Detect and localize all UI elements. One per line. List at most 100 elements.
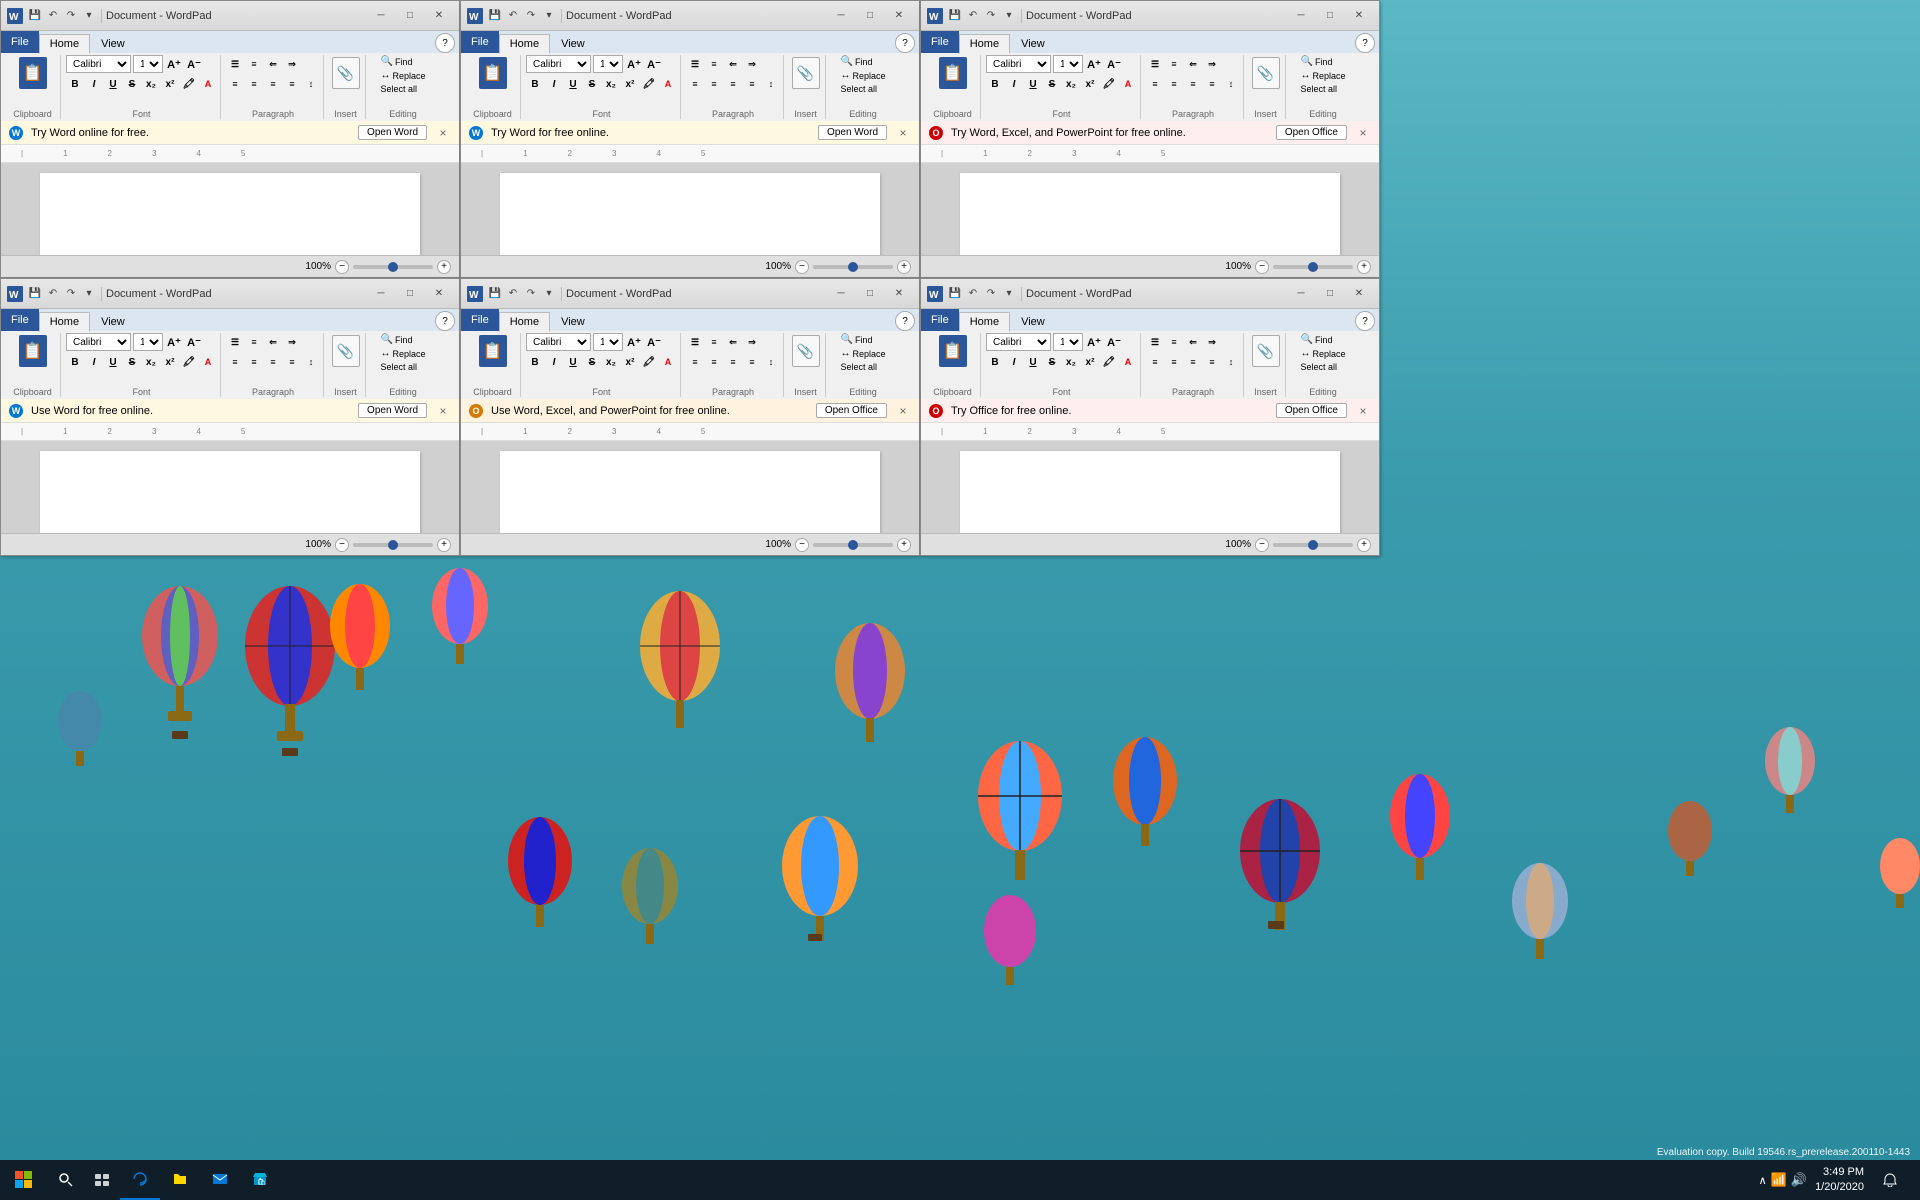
strikethrough-5[interactable]: S xyxy=(583,353,601,371)
bold-5[interactable]: B xyxy=(526,353,544,371)
underline-6[interactable]: U xyxy=(1024,353,1042,371)
zoom-thumb-1[interactable] xyxy=(388,262,398,272)
font-shrink-4[interactable]: A⁻ xyxy=(185,333,203,351)
strikethrough-2[interactable]: S xyxy=(583,75,601,93)
align-right-6[interactable]: ≡ xyxy=(1184,353,1202,371)
subscript-4[interactable]: x₂ xyxy=(142,353,160,371)
indent-less-3[interactable]: ⇐ xyxy=(1184,55,1202,73)
highlight-6[interactable]: 🖍 xyxy=(1100,353,1118,371)
color-6[interactable]: A xyxy=(1119,353,1137,371)
subscript-2[interactable]: x₂ xyxy=(602,75,620,93)
view-tab-5[interactable]: View xyxy=(550,311,596,331)
tray-show-hidden[interactable]: ∧ xyxy=(1759,1174,1767,1187)
taskbar-edge-icon[interactable] xyxy=(120,1160,160,1200)
find-btn-5[interactable]: 🔍Find xyxy=(837,333,888,346)
taskbar-store-icon[interactable]: 🛍 xyxy=(240,1160,280,1200)
indent-more-2[interactable]: ⇒ xyxy=(743,55,761,73)
font-shrink-2[interactable]: A⁻ xyxy=(645,55,663,73)
highlight-btn-1[interactable]: 🖍 xyxy=(180,75,198,93)
undo-btn-4[interactable]: ↶ xyxy=(45,286,61,302)
italic-3[interactable]: I xyxy=(1005,75,1023,93)
redo-btn-1[interactable]: ↷ xyxy=(63,8,79,24)
align-right-5[interactable]: ≡ xyxy=(724,353,742,371)
zoom-track-2[interactable] xyxy=(813,265,893,269)
justify-3[interactable]: ≡ xyxy=(1203,75,1221,93)
qat-more-4[interactable]: ▾ xyxy=(81,286,97,302)
subscript-6[interactable]: x₂ xyxy=(1062,353,1080,371)
insert-btn-1[interactable]: 📎 xyxy=(330,55,362,91)
titlebar-1[interactable]: W 💾 ↶ ↷ ▾ Document - WordPad ─ □ ✕ xyxy=(1,1,459,31)
tray-wifi-icon[interactable]: 📶 xyxy=(1771,1172,1787,1188)
underline-btn-1[interactable]: U xyxy=(104,75,122,93)
zoom-out-btn-2[interactable]: − xyxy=(795,260,809,274)
help-btn-2[interactable]: ? xyxy=(895,33,915,53)
view-tab-1[interactable]: View xyxy=(90,33,136,53)
align-center-5[interactable]: ≡ xyxy=(705,353,723,371)
file-tab-4[interactable]: File xyxy=(1,309,39,331)
replace-btn-3[interactable]: ↔Replace xyxy=(1297,69,1348,82)
superscript-btn-1[interactable]: x² xyxy=(161,75,179,93)
view-tab-6[interactable]: View xyxy=(1010,311,1056,331)
restore-btn-3[interactable]: □ xyxy=(1316,6,1344,26)
select-all-btn-5[interactable]: Select all xyxy=(837,361,888,373)
paste-btn-2[interactable]: 📋 xyxy=(477,55,509,91)
color-5[interactable]: A xyxy=(659,353,677,371)
indent-more-4[interactable]: ⇒ xyxy=(283,333,301,351)
select-all-btn-6[interactable]: Select all xyxy=(1297,361,1348,373)
zoom-out-btn-4[interactable]: − xyxy=(335,538,349,552)
highlight-3[interactable]: 🖍 xyxy=(1100,75,1118,93)
font-name-select-5[interactable]: Calibri xyxy=(526,333,591,351)
notification-center[interactable] xyxy=(1872,1160,1908,1200)
bold-btn-1[interactable]: B xyxy=(66,75,84,93)
line-spacing-4[interactable]: ↕ xyxy=(302,353,320,371)
qat-more-2[interactable]: ▾ xyxy=(541,8,557,24)
numbering-5[interactable]: ≡ xyxy=(705,333,723,351)
titlebar-5[interactable]: W 💾 ↶ ↷ ▾ Document - WordPad ─ □ ✕ xyxy=(461,279,919,309)
replace-btn-6[interactable]: ↔Replace xyxy=(1297,347,1348,360)
view-tab-2[interactable]: View xyxy=(550,33,596,53)
underline-5[interactable]: U xyxy=(564,353,582,371)
replace-btn-5[interactable]: ↔Replace xyxy=(837,347,888,360)
color-4[interactable]: A xyxy=(199,353,217,371)
titlebar-4[interactable]: W 💾 ↶ ↷ ▾ Document - WordPad ─ □ ✕ xyxy=(1,279,459,309)
redo-btn-5[interactable]: ↷ xyxy=(523,286,539,302)
subscript-btn-1[interactable]: x₂ xyxy=(142,75,160,93)
font-size-select-6[interactable]: 11 xyxy=(1053,333,1083,351)
doc-area-5[interactable] xyxy=(461,441,919,533)
redo-btn-2[interactable]: ↷ xyxy=(523,8,539,24)
italic-4[interactable]: I xyxy=(85,353,103,371)
notif-btn-3[interactable]: Open Office xyxy=(1276,125,1347,140)
tray-volume-icon[interactable]: 🔊 xyxy=(1791,1172,1807,1188)
justify-6[interactable]: ≡ xyxy=(1203,353,1221,371)
restore-btn-5[interactable]: □ xyxy=(856,284,884,304)
subscript-5[interactable]: x₂ xyxy=(602,353,620,371)
font-grow-5[interactable]: A⁺ xyxy=(625,333,643,351)
find-btn-6[interactable]: 🔍Find xyxy=(1297,333,1348,346)
help-btn-3[interactable]: ? xyxy=(1355,33,1375,53)
font-name-select-6[interactable]: Calibri xyxy=(986,333,1051,351)
close-btn-5[interactable]: ✕ xyxy=(885,284,913,304)
minimize-btn-4[interactable]: ─ xyxy=(367,284,395,304)
file-tab-5[interactable]: File xyxy=(461,309,499,331)
find-btn-4[interactable]: 🔍Find xyxy=(377,333,428,346)
zoom-in-btn-1[interactable]: + xyxy=(437,260,451,274)
font-name-select-2[interactable]: Calibri xyxy=(526,55,591,73)
insert-btn-5[interactable]: 📎 xyxy=(790,333,822,369)
qat-more-3[interactable]: ▾ xyxy=(1001,8,1017,24)
notif-close-5[interactable]: × xyxy=(895,403,911,419)
list-6[interactable]: ☰ xyxy=(1146,333,1164,351)
paste-btn-1[interactable]: 📋 xyxy=(17,55,49,91)
indent-less-6[interactable]: ⇐ xyxy=(1184,333,1202,351)
font-size-select-2[interactable]: 11 xyxy=(593,55,623,73)
font-size-select-4[interactable]: 11 xyxy=(133,333,163,351)
indent-less-5[interactable]: ⇐ xyxy=(724,333,742,351)
find-btn-1[interactable]: 🔍 Find xyxy=(377,55,428,68)
list-4[interactable]: ☰ xyxy=(226,333,244,351)
notif-close-3[interactable]: × xyxy=(1355,125,1371,141)
qat-more-1[interactable]: ▾ xyxy=(81,8,97,24)
replace-btn-2[interactable]: ↔Replace xyxy=(837,69,888,82)
indent-less-4[interactable]: ⇐ xyxy=(264,333,282,351)
underline-3[interactable]: U xyxy=(1024,75,1042,93)
help-btn-6[interactable]: ? xyxy=(1355,311,1375,331)
close-btn-3[interactable]: ✕ xyxy=(1345,6,1373,26)
